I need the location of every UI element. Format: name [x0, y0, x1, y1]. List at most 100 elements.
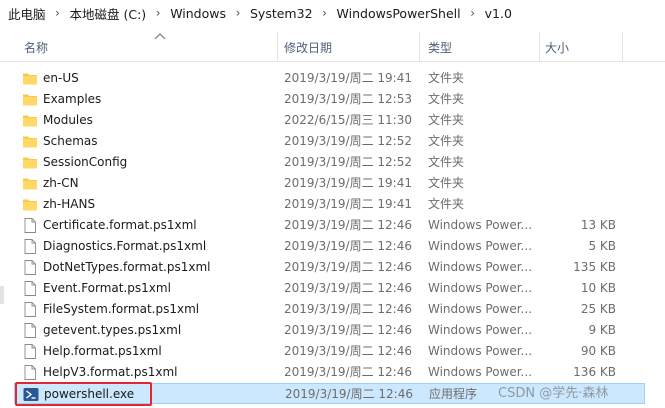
file-type: Windows Power... — [428, 239, 533, 253]
document-icon — [22, 323, 38, 338]
file-type: 文件夹 — [428, 71, 465, 85]
column-header-date[interactable]: 修改日期 — [280, 32, 420, 62]
file-type: Windows Power... — [428, 302, 533, 316]
breadcrumb-separator-icon: › — [155, 6, 161, 20]
file-modified-date: 2019/3/19/周二 12:46 — [284, 323, 412, 337]
breadcrumb-separator-icon: › — [470, 6, 476, 20]
document-icon — [22, 344, 38, 359]
file-name: Schemas — [43, 134, 98, 148]
column-header-type-label: 类型 — [428, 41, 453, 55]
file-size: 90 KB — [580, 344, 616, 358]
file-name: getevent.types.ps1xml — [43, 323, 182, 337]
file-row[interactable]: Examples 2019/3/19/周二 12:53 文件夹 — [14, 89, 645, 110]
file-row[interactable]: getevent.types.ps1xml 2019/3/19/周二 12:46 W… — [14, 320, 645, 341]
file-size: 10 KB — [580, 281, 616, 295]
file-name: DotNetTypes.format.ps1xml — [43, 260, 211, 274]
column-header-bar: 名称 修改日期 类型 大小 — [0, 32, 665, 62]
file-row[interactable]: Event.Format.ps1xml 2019/3/19/周二 12:46 Win… — [14, 278, 645, 299]
sort-ascending-icon — [154, 33, 166, 40]
file-row[interactable]: zh-HANS 2019/3/19/周二 19:41 文件夹 — [14, 194, 645, 215]
breadcrumb: 此电脑 › 本地磁盘 (C:) › Windows › System32 › WindowsPo… — [0, 0, 665, 26]
file-size — [534, 173, 616, 194]
breadcrumb-item[interactable]: WindowsPowerShell — [337, 6, 461, 21]
file-modified-date: 2019/3/19/周二 12:52 — [284, 134, 412, 148]
column-header-name-label: 名称 — [24, 41, 49, 55]
file-size — [534, 152, 616, 173]
document-icon — [22, 302, 38, 317]
column-header-date-label: 修改日期 — [284, 41, 333, 55]
document-icon — [22, 260, 38, 275]
folder-icon — [22, 155, 38, 170]
folder-icon — [22, 71, 38, 86]
file-name: Diagnostics.Format.ps1xml — [43, 239, 207, 253]
file-type: Windows Power... — [428, 344, 533, 358]
file-size: 25 KB — [580, 302, 616, 316]
file-type: Windows Power... — [428, 218, 533, 232]
column-header-name[interactable]: 名称 — [14, 32, 278, 62]
breadcrumb-separator-icon: › — [55, 6, 60, 20]
file-modified-date: 2019/3/19/周二 12:46 — [284, 344, 412, 358]
file-row[interactable]: FileSystem.format.ps1xml 2019/3/19/周二 12:… — [14, 299, 645, 320]
file-name: Examples — [43, 92, 102, 106]
file-modified-date: 2019/3/19/周二 12:46 — [284, 218, 412, 232]
file-name: Event.Format.ps1xml — [43, 281, 171, 295]
folder-icon — [22, 197, 38, 212]
file-row[interactable]: Schemas 2019/3/19/周二 12:52 文件夹 — [14, 131, 645, 152]
file-row[interactable]: HelpV3.format.ps1xml 2019/3/19/周二 12:46 Wi… — [14, 362, 645, 383]
document-icon — [22, 239, 38, 254]
file-modified-date: 2019/3/19/周二 12:53 — [284, 92, 412, 106]
file-size — [534, 131, 616, 152]
folder-icon — [22, 176, 38, 191]
file-row[interactable]: Diagnostics.Format.ps1xml 2019/3/19/周二 12… — [14, 236, 645, 257]
breadcrumb-item[interactable]: 本地磁盘 (C:) — [70, 4, 147, 23]
folder-icon — [22, 92, 38, 107]
document-icon — [22, 281, 38, 296]
file-row[interactable]: zh-CN 2019/3/19/周二 19:41 文件夹 — [14, 173, 645, 194]
folder-icon — [22, 113, 38, 128]
file-name: FileSystem.format.ps1xml — [43, 302, 200, 316]
column-header-type[interactable]: 类型 — [424, 32, 540, 62]
file-type: 文件夹 — [428, 134, 465, 148]
file-type: 文件夹 — [428, 92, 465, 106]
file-modified-date: 2019/3/19/周二 12:46 — [284, 239, 412, 253]
column-header-size-label: 大小 — [545, 41, 570, 55]
file-name: SessionConfig — [43, 155, 128, 169]
file-row[interactable]: SessionConfig 2019/3/19/周二 12:52 文件夹 — [14, 152, 645, 173]
file-type: 文件夹 — [428, 113, 465, 127]
file-row[interactable]: Certificate.format.ps1xml 2019/3/19/周二 12… — [14, 215, 645, 236]
breadcrumb-item[interactable]: v1.0 — [485, 6, 512, 21]
file-size — [534, 110, 616, 131]
breadcrumb-item[interactable]: System32 — [250, 6, 313, 21]
highlight-annotation-box — [15, 382, 152, 406]
file-size — [534, 89, 616, 110]
breadcrumb-item[interactable]: 此电脑 — [8, 4, 46, 23]
file-size — [534, 68, 616, 89]
file-size: 135 KB — [573, 260, 616, 274]
file-modified-date: 2019/3/19/周二 12:46 — [284, 302, 412, 316]
file-modified-date: 2019/3/19/周二 12:52 — [284, 155, 412, 169]
file-name: Modules — [43, 113, 93, 127]
file-type: Windows Power... — [428, 281, 533, 295]
document-icon — [22, 365, 38, 380]
file-modified-date: 2022/6/15/周三 11:30 — [284, 113, 412, 127]
file-row[interactable]: Help.format.ps1xml 2019/3/19/周二 12:46 Wind… — [14, 341, 645, 362]
document-icon — [22, 218, 38, 233]
watermark: CSDN @学先·森林 — [498, 386, 609, 401]
file-name: Help.format.ps1xml — [43, 344, 162, 358]
file-name: Certificate.format.ps1xml — [43, 218, 197, 232]
file-name: zh-CN — [43, 176, 79, 190]
file-size — [534, 194, 616, 215]
file-row[interactable]: Modules 2022/6/15/周三 11:30 文件夹 — [14, 110, 645, 131]
file-type: Windows Power... — [428, 260, 533, 274]
file-row[interactable]: DotNetTypes.format.ps1xml 2019/3/19/周二 12… — [14, 257, 645, 278]
column-header-size[interactable]: 大小 — [541, 32, 623, 62]
file-type: 文件夹 — [428, 155, 465, 169]
file-size: 9 KB — [588, 323, 616, 337]
file-modified-date: 2019/3/19/周二 19:41 — [284, 71, 412, 85]
file-type: 文件夹 — [428, 197, 465, 211]
folder-icon — [22, 134, 38, 149]
file-row[interactable]: en-US 2019/3/19/周二 19:41 文件夹 — [14, 68, 645, 89]
breadcrumb-separator-icon: › — [235, 6, 241, 20]
file-size: 5 KB — [588, 239, 616, 253]
breadcrumb-item[interactable]: Windows — [170, 6, 226, 21]
